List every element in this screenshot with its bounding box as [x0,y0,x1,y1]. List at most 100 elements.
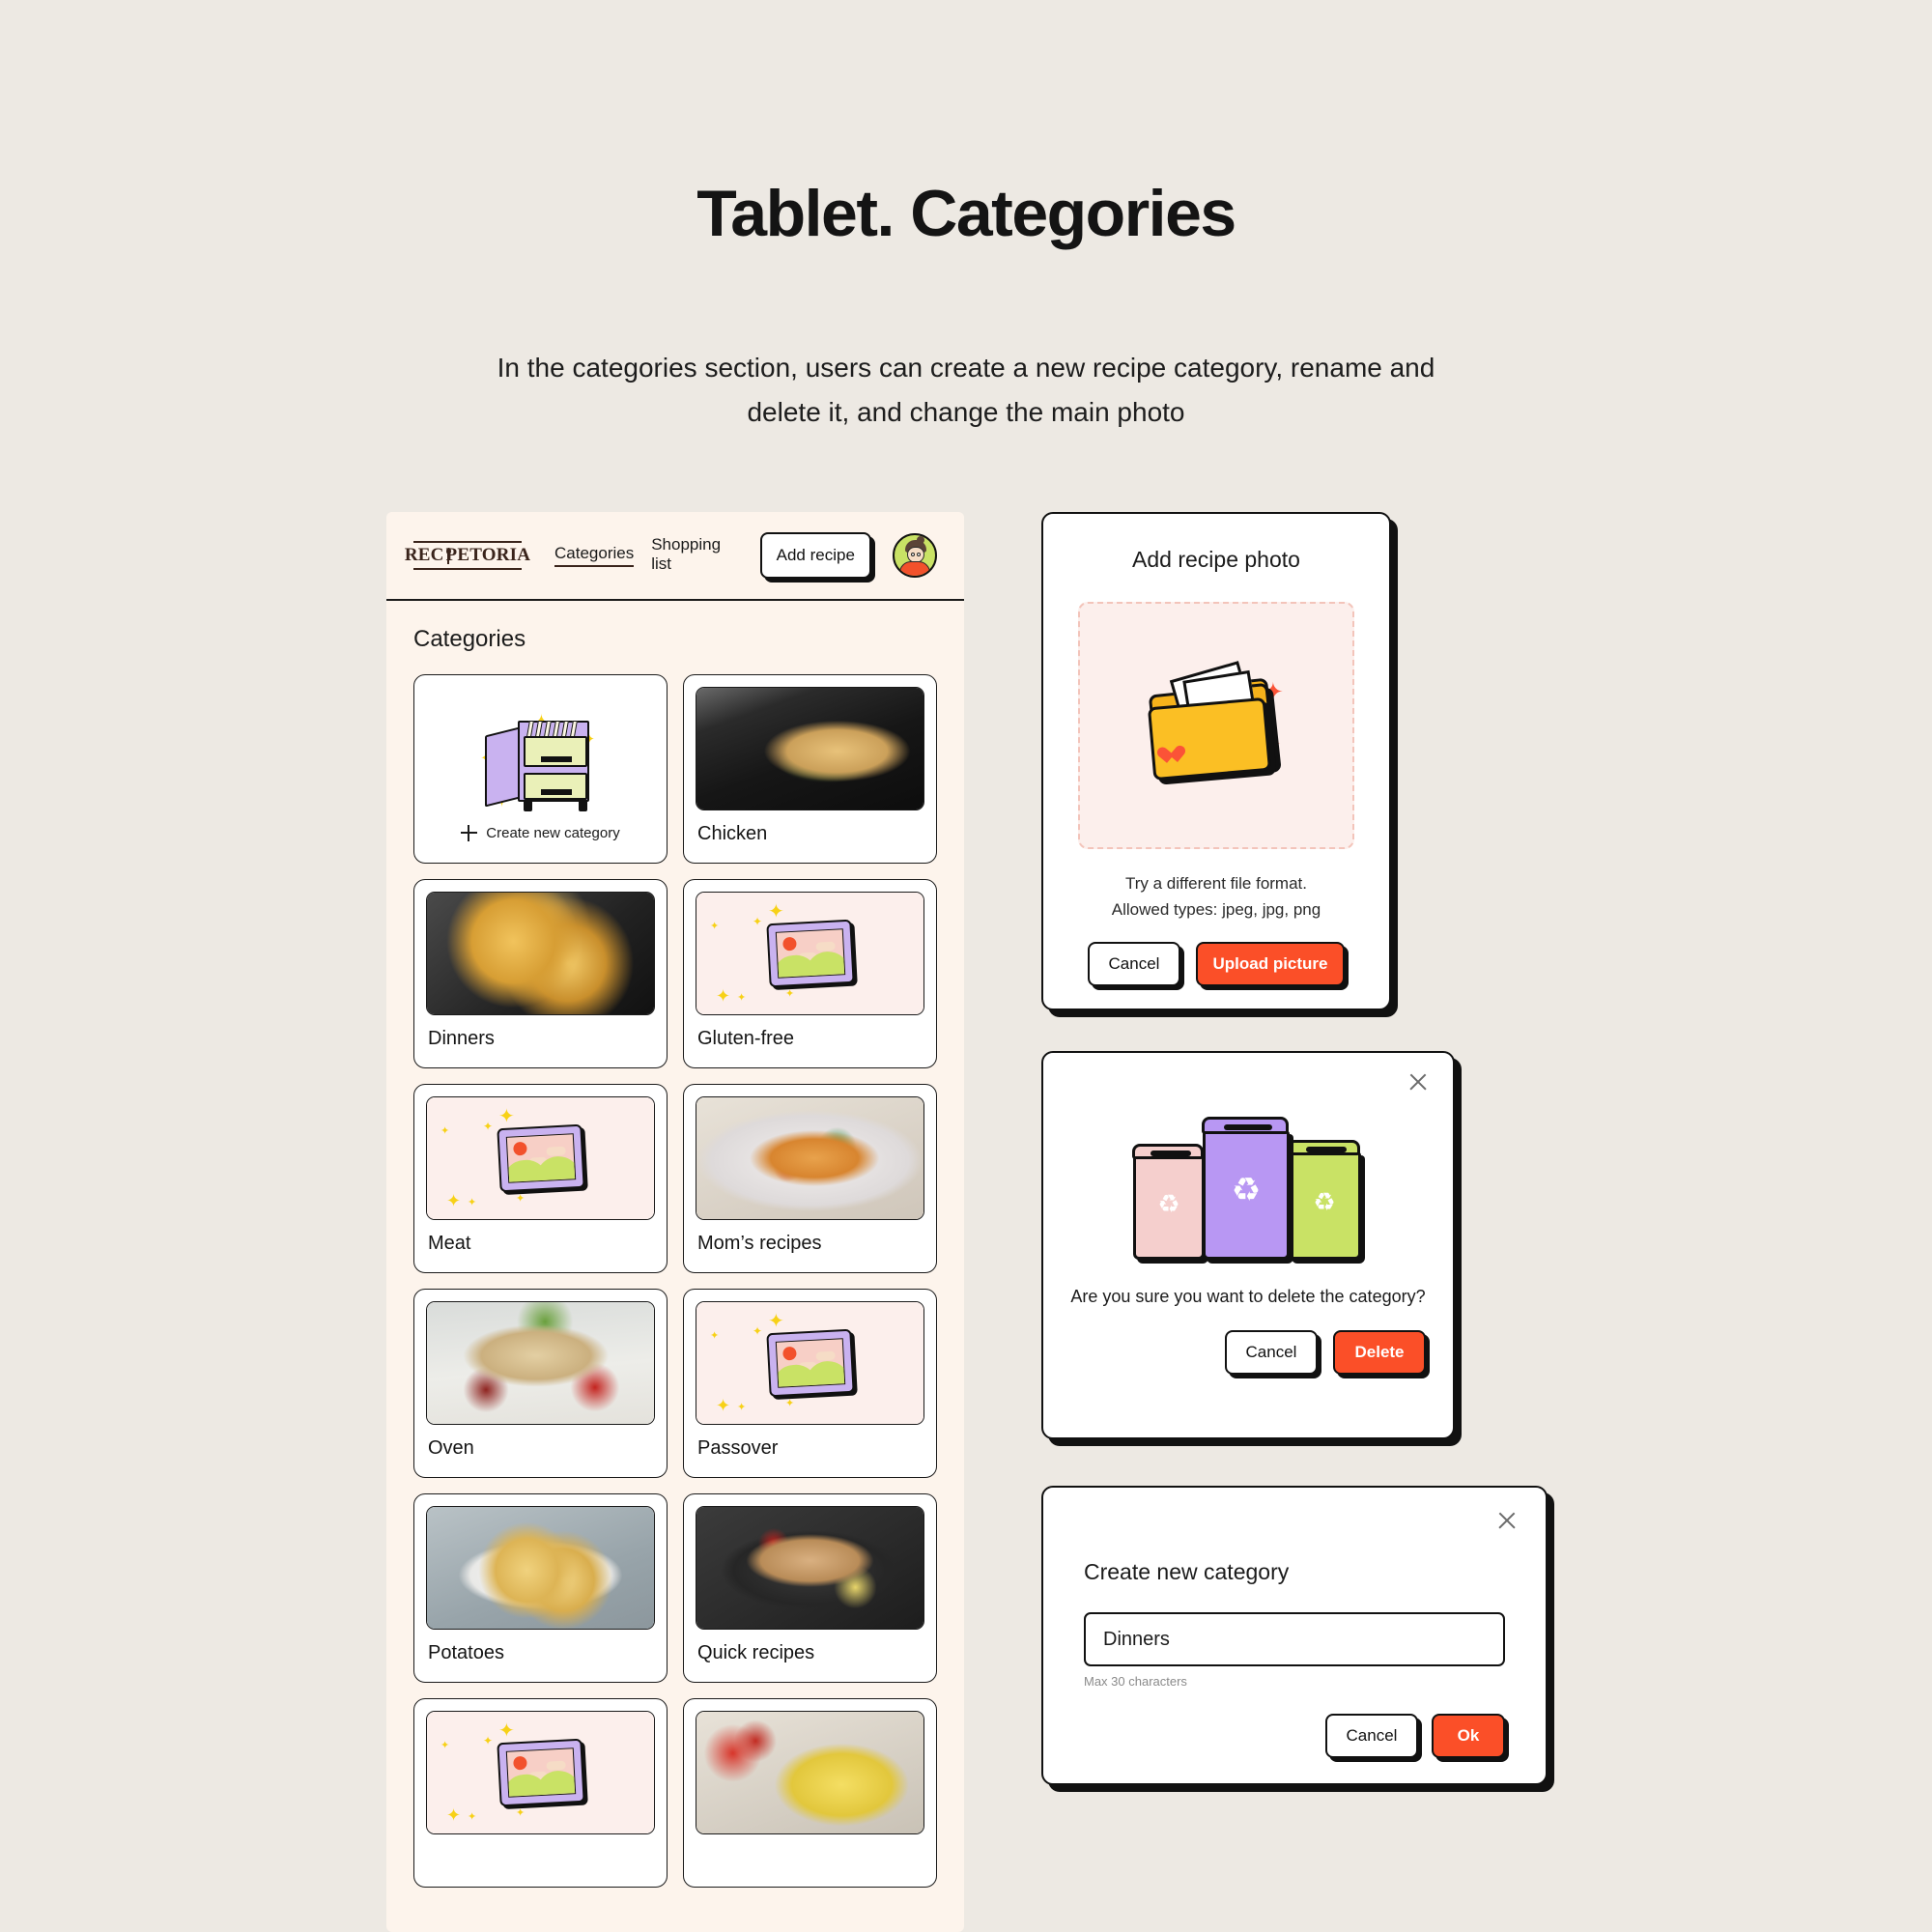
image-placeholder-icon: ✦ ✦ ✦ ✦ ✦ ✦ ✦ [427,1097,654,1219]
create-new-category-label: Create new category [486,825,620,841]
recycle-icon: ♻ [1313,1186,1336,1216]
category-card[interactable]: Oven [413,1289,668,1478]
picture-frame [496,1738,585,1807]
sparkle-icon: ✦ [785,1398,795,1409]
app-logo[interactable]: REC PETORIA [405,541,530,570]
create-cancel-button[interactable]: Cancel [1325,1714,1418,1758]
heart-icon [1166,746,1186,765]
sparkle-icon: ✦ [498,1720,515,1742]
bin-pink-lid [1132,1144,1204,1159]
sparkle-icon: ✦ [498,1106,515,1127]
category-photo [427,1302,654,1424]
category-card[interactable]: Quick recipes [683,1493,937,1683]
max-characters-hint: Max 30 characters [1084,1674,1187,1689]
category-card[interactable]: Potatoes [413,1493,668,1683]
create-category-modal-title: Create new category [1084,1559,1290,1584]
category-name: Gluten-free [697,1028,795,1049]
close-icon[interactable] [1405,1068,1432,1095]
sparkle-icon: ✦ [440,1125,450,1137]
category-card[interactable]: ✦ ✦ ✦ ✦ ✦ ✦ ✦ [413,1698,668,1888]
category-name: Oven [428,1437,474,1459]
category-photo [696,1097,923,1219]
category-card[interactable]: ✦ ✦ ✦ ✦ ✦ ✦ ✦ Passover [683,1289,937,1478]
file-format-note-line1: Try a different file format. [1124,874,1307,893]
categories-page: Categories ✦ ✦ ✦ ✦ [386,601,964,1888]
close-icon[interactable] [1493,1507,1520,1534]
category-name-input[interactable] [1084,1612,1505,1666]
cloud-icon [814,941,836,952]
recycling-bins-icon: ♻ ♻ ♻ [1129,1109,1367,1260]
folder-with-documents-icon: ✦ ✦ ✦ [1147,661,1284,781]
sparkle-icon: ✦ [768,901,784,923]
category-name: Quick recipes [697,1642,815,1663]
delete-category-modal: ♻ ♻ ♻ Are you sure you want to delete th… [1041,1051,1455,1439]
nav-item-shopping-list[interactable]: Shopping list [651,535,734,576]
category-card[interactable]: Chicken [683,674,937,864]
delete-confirm-message: Are you sure you want to delete the cate… [1070,1287,1426,1306]
create-new-category-card[interactable]: ✦ ✦ ✦ ✦ [413,674,668,864]
category-card[interactable]: ✦ ✦ ✦ ✦ ✦ ✦ ✦ Meat [413,1084,668,1273]
page-root: Tablet. Categories In the categories sec… [0,0,1932,1932]
cabinet-leg-right [578,800,587,811]
sparkle-icon: ✦ [710,921,720,932]
app-header: REC PETORIA Categories Shopping list Add… [386,512,964,601]
logo-rule-bottom [413,568,522,570]
sparkle-icon: ✦ [468,1197,477,1208]
create-ok-button[interactable]: Ok [1432,1714,1505,1758]
delete-confirm-button[interactable]: Delete [1333,1330,1426,1375]
page-title: Tablet. Categories [696,177,1236,250]
category-thumbnail: ✦ ✦ ✦ ✦ ✦ ✦ ✦ [696,892,924,1015]
main-nav: Categories Shopping list [554,535,735,576]
sparkle-icon: ✦ [768,1311,784,1332]
category-thumbnail: ✦ ✦ ✦ ✦ ✦ ✦ ✦ [696,1301,924,1425]
category-name [426,1834,655,1847]
delete-cancel-button[interactable]: Cancel [1225,1330,1318,1375]
category-photo [696,1712,923,1833]
sparkle-icon: ✦ [716,1396,731,1415]
image-placeholder-icon: ✦ ✦ ✦ ✦ ✦ ✦ ✦ [427,1712,654,1833]
category-photo [427,893,654,1014]
category-name: Potatoes [428,1642,504,1663]
upload-picture-button[interactable]: Upload picture [1196,942,1345,986]
add-photo-cancel-button[interactable]: Cancel [1088,942,1180,986]
folder-front [1147,696,1272,781]
sun-icon [781,1346,797,1361]
sun-icon [781,936,797,952]
file-format-note-line2: Allowed types: jpeg, jpg, png [1111,900,1321,919]
avatar[interactable] [893,533,937,578]
category-thumbnail [696,1506,924,1630]
bin-purple: ♻ [1202,1117,1290,1260]
photo-dropzone[interactable]: ✦ ✦ ✦ [1078,602,1354,849]
picture-frame-inner [505,1133,576,1183]
bin-pink-slot [1151,1151,1191,1156]
avatar-eye-right [917,553,921,556]
sparkle-icon: ✦ [468,1811,477,1823]
logo-text-left: REC [404,545,444,565]
picture-frame [765,1328,855,1398]
sparkle-icon: ✦ [446,1191,462,1210]
create-category-actions: Cancel Ok [1084,1714,1505,1758]
category-thumbnail [426,1506,655,1630]
add-recipe-button[interactable]: Add recipe [759,532,871,579]
sparkle-icon: ✦ [516,1193,526,1205]
category-card[interactable] [683,1698,937,1888]
category-card[interactable]: Dinners [413,879,668,1068]
category-name: Meat [428,1233,471,1254]
sun-icon [512,1755,527,1771]
sparkle-icon: ✦ [737,992,747,1004]
add-recipe-photo-modal: Add recipe photo ✦ ✦ ✦ Try a different f… [1041,512,1391,1010]
picture-frame [765,919,855,988]
category-card[interactable]: ✦ ✦ ✦ ✦ ✦ ✦ ✦ Gluten-free [683,879,937,1068]
create-new-category-label-row: Create new category [414,825,667,841]
bin-purple-slot [1224,1124,1272,1130]
sparkle-icon: ✦ [483,1734,494,1747]
tablet-frame: REC PETORIA Categories Shopping list Add… [386,512,964,1932]
category-thumbnail [696,687,924,810]
category-thumbnail [426,1301,655,1425]
nav-item-categories[interactable]: Categories [554,544,635,567]
category-card[interactable]: Mom’s recipes [683,1084,937,1273]
category-thumbnail [426,892,655,1015]
avatar-body [899,561,930,576]
sparkle-icon: ✦ [440,1740,450,1751]
sparkle-icon: ✦ [737,1402,747,1413]
